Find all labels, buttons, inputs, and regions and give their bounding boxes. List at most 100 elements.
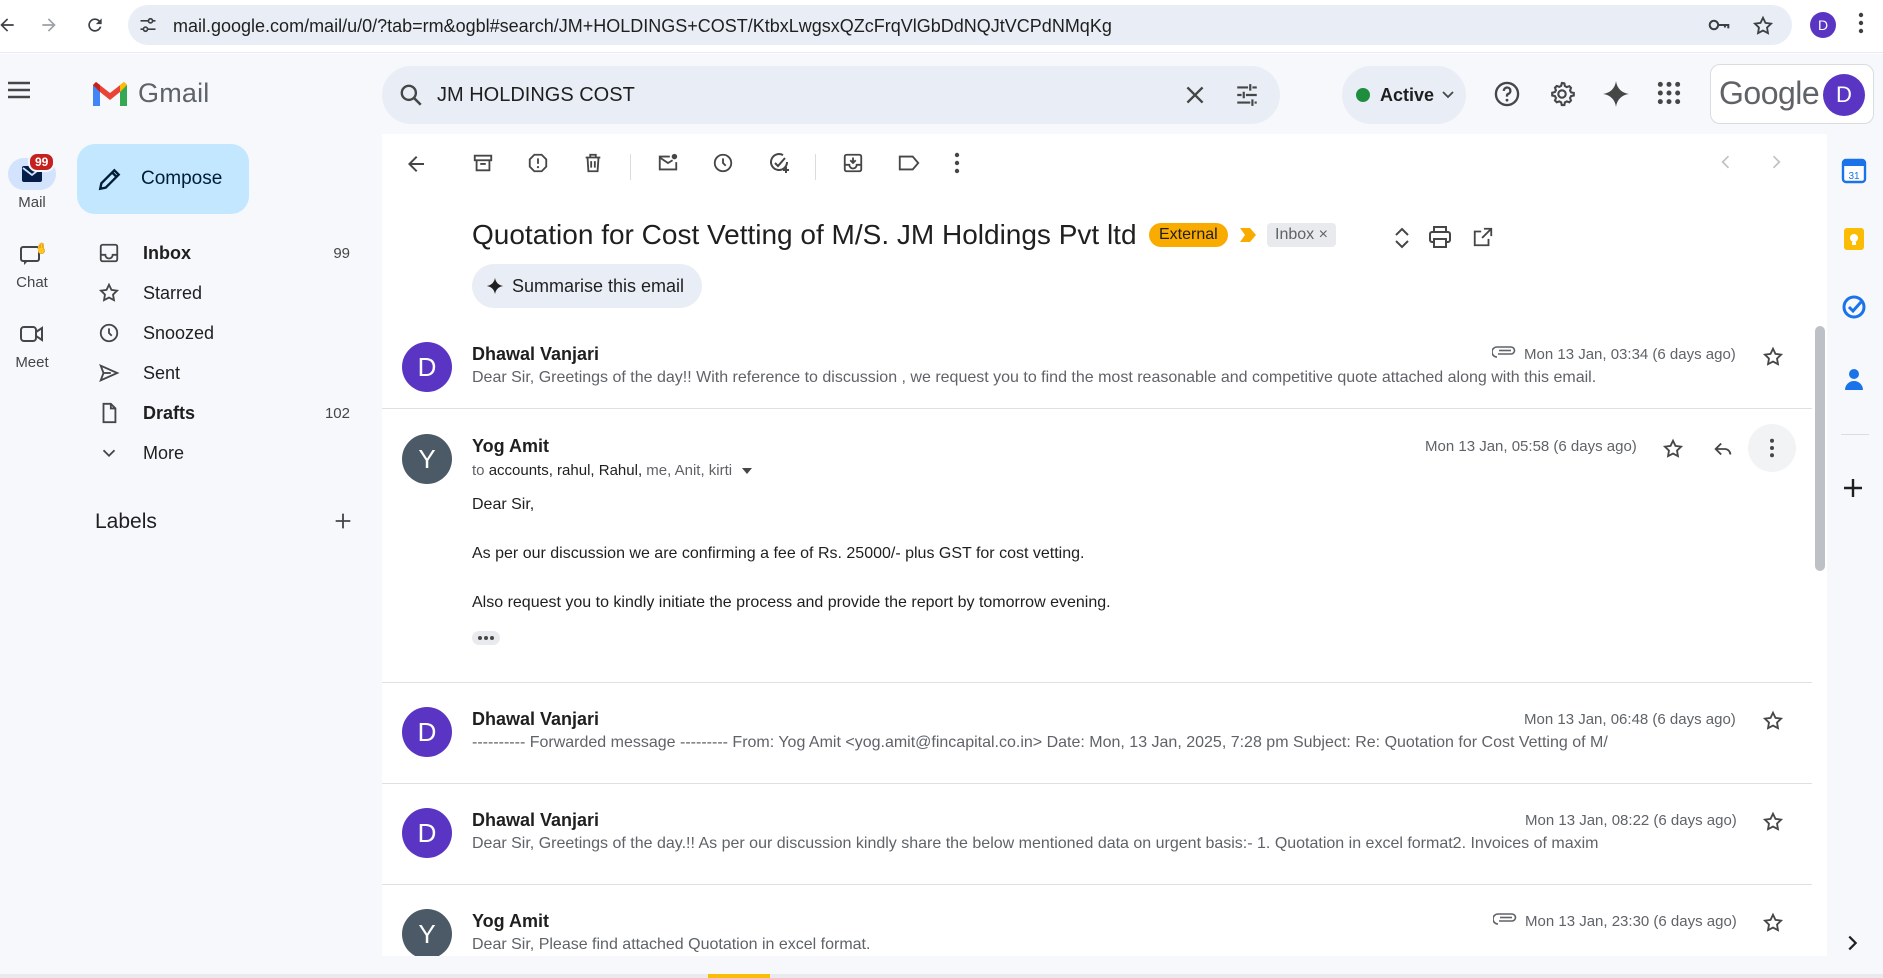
sender-name[interactable]: Yog Amit: [472, 911, 549, 932]
message-snippet: Dear Sir, Greetings of the day.!! As per…: [472, 835, 1599, 852]
label-tag-icon[interactable]: [897, 152, 921, 174]
bookmark-star-icon[interactable]: [1752, 15, 1774, 37]
move-to-icon[interactable]: [842, 152, 864, 174]
sender-name[interactable]: Dhawal Vanjari: [472, 709, 599, 730]
sidebar-item-drafts[interactable]: Drafts 102: [64, 393, 370, 433]
settings-gear-icon[interactable]: [1548, 80, 1576, 108]
show-side-panel-chevron-icon[interactable]: [1841, 932, 1863, 954]
scrollbar-thumb[interactable]: [1815, 326, 1825, 571]
message-collapsed[interactable]: Y Yog Amit Dear Sir, Please find attache…: [382, 901, 1812, 956]
apps-grid-icon[interactable]: [1656, 80, 1682, 106]
status-selector[interactable]: Active: [1342, 66, 1466, 124]
google-account-button[interactable]: Google D: [1710, 64, 1874, 124]
star-icon[interactable]: [1762, 710, 1784, 732]
search-icon[interactable]: [398, 82, 424, 108]
mark-unread-icon[interactable]: [657, 152, 679, 174]
password-key-icon[interactable]: [1708, 16, 1730, 34]
show-details-caret-icon[interactable]: [742, 468, 753, 475]
inbox-icon: [98, 242, 120, 264]
reply-icon[interactable]: [1712, 438, 1734, 460]
sidebar-item-more[interactable]: More: [64, 433, 370, 473]
sender-name[interactable]: Yog Amit: [472, 436, 549, 457]
contacts-icon[interactable]: [1841, 366, 1867, 392]
sidebar-item-label: Snoozed: [143, 322, 215, 343]
expand-all-icon[interactable]: [1392, 226, 1412, 250]
scrollbar[interactable]: [1812, 196, 1827, 956]
sender-name[interactable]: Dhawal Vanjari: [472, 344, 599, 365]
message-view: Quotation for Cost Vetting of M/S. JM Ho…: [382, 134, 1827, 956]
rail-mail[interactable]: 99 Mail: [0, 152, 64, 211]
back-to-results-icon[interactable]: [404, 152, 428, 176]
message-body-line: Dear Sir,: [472, 496, 535, 513]
open-new-window-icon[interactable]: [1472, 226, 1494, 248]
star-icon[interactable]: [1762, 811, 1784, 833]
keep-notes-icon[interactable]: [1841, 226, 1867, 252]
add-label-icon[interactable]: [332, 510, 354, 532]
browser-profile-avatar[interactable]: D: [1810, 12, 1836, 38]
star-icon[interactable]: [1762, 346, 1784, 368]
help-icon[interactable]: [1493, 80, 1521, 108]
main-menu-icon[interactable]: [6, 80, 32, 100]
bottom-edge: [0, 974, 1883, 978]
url-text[interactable]: mail.google.com/mail/u/0/?tab=rm&ogbl#se…: [173, 16, 1112, 37]
recipients-list: accounts, rahul, Rahul,: [488, 462, 643, 479]
browser-toolbar: mail.google.com/mail/u/0/?tab=rm&ogbl#se…: [0, 0, 1883, 53]
snooze-clock-icon[interactable]: [712, 152, 734, 174]
back-arrow-icon[interactable]: [0, 10, 22, 40]
get-addons-plus-icon[interactable]: [1841, 476, 1865, 500]
search-bar[interactable]: JM HOLDINGS COST: [382, 66, 1280, 124]
print-icon[interactable]: [1428, 226, 1452, 248]
calendar-icon[interactable]: 31: [1841, 158, 1867, 184]
reload-icon[interactable]: [80, 10, 110, 40]
tasks-icon[interactable]: [1841, 294, 1867, 320]
search-options-icon[interactable]: [1234, 82, 1260, 108]
archive-icon[interactable]: [472, 152, 494, 174]
show-trimmed-content-button[interactable]: [472, 631, 500, 645]
search-input[interactable]: JM HOLDINGS COST: [437, 84, 635, 107]
pencil-icon: [97, 166, 123, 192]
sidebar-item-inbox[interactable]: Inbox 99: [64, 233, 370, 273]
rail-mail-label: Mail: [18, 194, 46, 211]
sender-name[interactable]: Dhawal Vanjari: [472, 810, 599, 831]
summarise-label: Summarise this email: [512, 275, 685, 296]
gemini-sparkle-icon[interactable]: [1602, 80, 1630, 108]
message-date: Mon 13 Jan, 23:30 (6 days ago): [1525, 913, 1737, 930]
remove-label-icon[interactable]: ×: [1319, 226, 1328, 243]
delete-trash-icon[interactable]: [582, 152, 604, 174]
account-avatar[interactable]: D: [1823, 74, 1865, 116]
sender-avatar: Y: [402, 909, 452, 956]
importance-marker-icon[interactable]: [1240, 228, 1256, 242]
site-settings-icon[interactable]: [138, 15, 158, 35]
attachment-paperclip-icon: [1492, 344, 1518, 358]
address-bar[interactable]: mail.google.com/mail/u/0/?tab=rm&ogbl#se…: [128, 5, 1792, 45]
rail-chat[interactable]: ✋ Chat: [0, 238, 64, 291]
star-icon[interactable]: [1662, 438, 1684, 460]
clear-search-icon[interactable]: [1182, 82, 1208, 108]
more-options-icon[interactable]: [954, 152, 960, 174]
compose-button[interactable]: Compose: [77, 144, 249, 214]
newer-chevron-left-icon[interactable]: [1716, 152, 1736, 172]
summarise-email-button[interactable]: Summarise this email: [472, 264, 703, 308]
browser-menu-icon[interactable]: [1858, 12, 1864, 34]
recipients-line[interactable]: to accounts, rahul, Rahul, me, Anit, kir…: [472, 462, 753, 479]
forward-arrow-icon[interactable]: [34, 10, 64, 40]
bottom-accent: [708, 974, 770, 978]
add-to-tasks-icon[interactable]: [767, 152, 791, 176]
message-collapsed[interactable]: D Dhawal Vanjari Dear Sir, Greetings of …: [382, 324, 1812, 424]
rail-meet[interactable]: Meet: [0, 318, 64, 371]
sidebar-item-label: Sent: [143, 362, 181, 383]
report-spam-icon[interactable]: [527, 152, 549, 174]
inbox-label-text: Inbox: [1275, 226, 1315, 243]
sidebar-item-starred[interactable]: Starred: [64, 273, 370, 313]
message-collapsed[interactable]: D Dhawal Vanjari Dear Sir, Greetings of …: [382, 800, 1812, 884]
message-more-options-icon[interactable]: [1748, 424, 1796, 472]
inbox-label-chip[interactable]: Inbox ×: [1267, 223, 1336, 247]
older-chevron-right-icon[interactable]: [1766, 152, 1786, 172]
sidebar-item-sent[interactable]: Sent: [64, 353, 370, 393]
message-collapsed[interactable]: D Dhawal Vanjari ---------- Forwarded me…: [382, 699, 1812, 783]
send-icon: [98, 362, 120, 384]
sidebar-item-snoozed[interactable]: Snoozed: [64, 313, 370, 353]
gmail-logo[interactable]: Gmail: [90, 78, 210, 109]
star-icon[interactable]: [1762, 912, 1784, 934]
sidebar-item-label: Inbox: [143, 242, 191, 263]
